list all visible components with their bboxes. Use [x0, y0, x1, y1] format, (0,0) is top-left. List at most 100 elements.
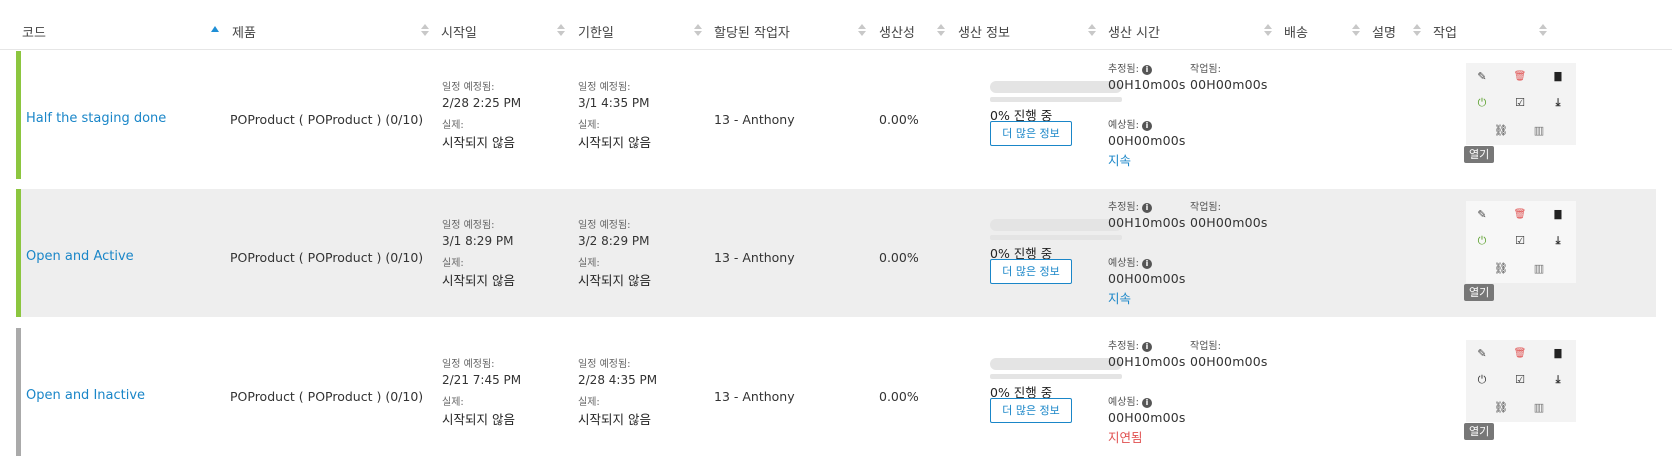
sort-icon[interactable] [1352, 24, 1360, 38]
table-header: 코드 제품 시작일 기한일 할당된 작업자 생산성 생산 정보 생산 시간 배송… [0, 0, 1672, 50]
edit-icon[interactable]: ✎ [1472, 344, 1492, 364]
power-icon[interactable]: ⏻ [1472, 370, 1492, 390]
sort-icon[interactable] [694, 24, 702, 38]
hierarchy-icon[interactable]: ⛓ [1491, 259, 1511, 279]
col-product-header[interactable]: 제품 [232, 22, 256, 41]
barcode-icon[interactable]: ▥ [1529, 259, 1549, 279]
more-info-button[interactable]: 더 많은 정보 [990, 398, 1072, 423]
more-info-button[interactable]: 더 많은 정보 [990, 121, 1072, 146]
more-info-button[interactable]: 더 많은 정보 [990, 259, 1072, 284]
col-shipping-header[interactable]: 배송 [1284, 22, 1308, 41]
sort-icon[interactable] [421, 24, 429, 38]
row-code-link[interactable]: Open and Active [26, 249, 134, 264]
hierarchy-icon[interactable]: ⛓ [1491, 398, 1511, 418]
row-worker: 13 - Anthony [714, 112, 795, 127]
info-icon[interactable]: i [1141, 259, 1152, 269]
sort-icon[interactable] [1088, 24, 1096, 38]
estimated-value: 00H10m00s [1108, 354, 1186, 369]
file-icon[interactable]: ▇ [1548, 344, 1568, 364]
check-icon[interactable]: ☑ [1510, 231, 1530, 251]
expected-label: 예상됨: i [1108, 254, 1152, 269]
sort-icon[interactable] [858, 24, 866, 38]
row-worker: 13 - Anthony [714, 389, 795, 404]
row-code-link[interactable]: Half the staging done [26, 111, 166, 126]
progress-bar [990, 81, 1122, 93]
estimated-label: 추정됨: i [1108, 60, 1152, 75]
col-code-header[interactable]: 코드 [22, 22, 46, 41]
info-icon[interactable]: i [1141, 203, 1152, 213]
due-scheduled-label: 일정 예정됨: [578, 359, 631, 370]
download-icon[interactable]: ⤓ [1548, 370, 1568, 390]
info-icon[interactable]: i [1141, 398, 1152, 408]
open-badge[interactable]: 열기 [1464, 146, 1495, 163]
row-productivity: 0.00% [879, 250, 919, 265]
delete-icon[interactable]: 🗑 [1510, 344, 1530, 364]
start-actual-value: 시작되지 않음 [442, 273, 515, 288]
table-row: Open and Inactive POProduct ( POProduct … [16, 328, 1656, 456]
download-icon[interactable]: ⤓ [1548, 93, 1568, 113]
col-description-header[interactable]: 설명 [1372, 22, 1396, 41]
info-icon[interactable]: i [1141, 342, 1152, 352]
power-icon[interactable]: ⏻ [1472, 231, 1492, 251]
time-status: 지연됨 [1108, 430, 1143, 445]
file-icon[interactable]: ▇ [1548, 205, 1568, 225]
action-panel: ✎ 🗑 ▇ ⏻ ☑ ⤓ ⛓ ▥ [1466, 340, 1576, 422]
due-scheduled-value: 2/28 4:35 PM [578, 373, 658, 387]
expected-value: 00H00m00s [1108, 133, 1186, 148]
due-scheduled-value: 3/2 8:29 PM [578, 234, 650, 248]
progress-bar-secondary [990, 374, 1122, 379]
check-icon[interactable]: ☑ [1510, 370, 1530, 390]
row-code-link[interactable]: Open and Inactive [26, 388, 145, 403]
row-productivity: 0.00% [879, 112, 919, 127]
start-scheduled-label: 일정 예정됨: [442, 82, 495, 93]
worked-value: 00H00m00s [1190, 215, 1268, 230]
sort-icon[interactable] [1413, 24, 1421, 38]
open-badge[interactable]: 열기 [1464, 423, 1495, 440]
sort-icon[interactable] [1264, 24, 1272, 38]
row-product: POProduct ( POProduct ) (0/10) [230, 112, 424, 127]
power-icon[interactable]: ⏻ [1472, 93, 1492, 113]
col-prod-time-header[interactable]: 생산 시간 [1108, 22, 1160, 41]
sort-ascending-icon[interactable] [211, 26, 219, 32]
table-row: Half the staging done POProduct ( POProd… [16, 51, 1656, 179]
check-icon[interactable]: ☑ [1510, 93, 1530, 113]
estimated-value: 00H10m00s [1108, 215, 1186, 230]
delete-icon[interactable]: 🗑 [1510, 67, 1530, 87]
due-actual-label: 실제: [578, 397, 600, 408]
due-actual-value: 시작되지 않음 [578, 273, 651, 288]
download-icon[interactable]: ⤓ [1548, 231, 1568, 251]
start-actual-label: 실제: [442, 397, 464, 408]
expected-label: 예상됨: i [1108, 393, 1152, 408]
expected-value: 00H00m00s [1108, 271, 1186, 286]
edit-icon[interactable]: ✎ [1472, 67, 1492, 87]
worked-value: 00H00m00s [1190, 354, 1268, 369]
action-panel: ✎ 🗑 ▇ ⏻ ☑ ⤓ ⛓ ▥ [1466, 201, 1576, 283]
barcode-icon[interactable]: ▥ [1529, 121, 1549, 141]
delete-icon[interactable]: 🗑 [1510, 205, 1530, 225]
expected-value: 00H00m00s [1108, 410, 1186, 425]
progress-bar-secondary [990, 97, 1122, 102]
col-start-header[interactable]: 시작일 [441, 22, 477, 41]
col-productivity-header[interactable]: 생산성 [879, 22, 915, 41]
open-badge[interactable]: 열기 [1464, 284, 1495, 301]
start-scheduled-value: 2/21 7:45 PM [442, 373, 522, 387]
sort-icon[interactable] [1539, 24, 1547, 38]
col-due-header[interactable]: 기한일 [578, 22, 614, 41]
row-product: POProduct ( POProduct ) (0/10) [230, 389, 424, 404]
info-icon[interactable]: i [1141, 121, 1152, 131]
col-prod-info-header[interactable]: 생산 정보 [958, 22, 1010, 41]
col-worker-header[interactable]: 할당된 작업자 [714, 22, 790, 41]
estimated-label: 추정됨: i [1108, 198, 1152, 213]
start-actual-value: 시작되지 않음 [442, 412, 515, 427]
sort-icon[interactable] [557, 24, 565, 38]
start-actual-label: 실제: [442, 120, 464, 131]
due-actual-value: 시작되지 않음 [578, 135, 651, 150]
progress-bar [990, 219, 1122, 231]
info-icon[interactable]: i [1141, 65, 1152, 75]
worked-label: 작업됨: [1190, 202, 1221, 213]
sort-icon[interactable] [937, 24, 945, 38]
barcode-icon[interactable]: ▥ [1529, 398, 1549, 418]
edit-icon[interactable]: ✎ [1472, 205, 1492, 225]
file-icon[interactable]: ▇ [1548, 67, 1568, 87]
hierarchy-icon[interactable]: ⛓ [1491, 121, 1511, 141]
